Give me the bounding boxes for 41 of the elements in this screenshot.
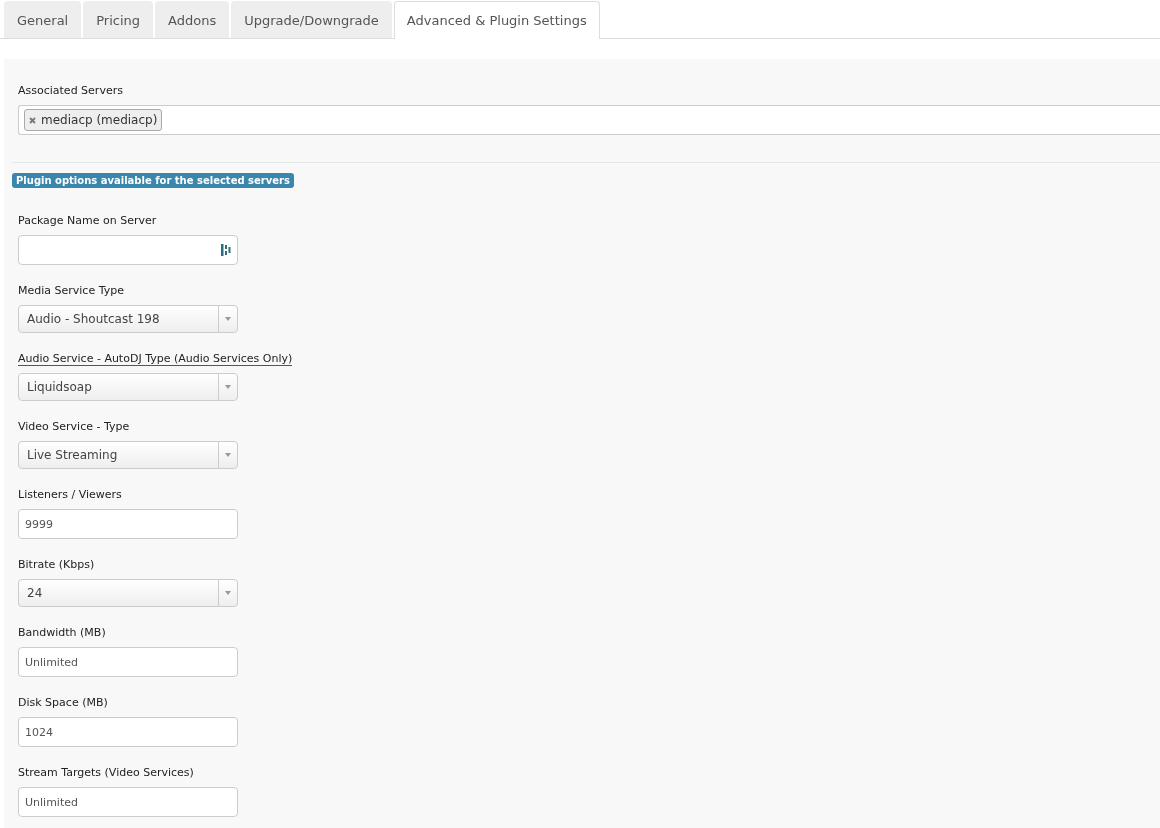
input-field[interactable] [18,235,238,265]
tag-label: mediacp (mediacp) [41,113,158,127]
field-label: Video Service - Type [18,420,130,434]
caret-icon [225,385,231,389]
tab[interactable]: Advanced & Plugin Settings [393,1,600,39]
field-value: 9999 [25,517,53,531]
input-field[interactable]: Unlimited [18,647,238,677]
select-value: Liquidsoap [26,380,93,394]
tab[interactable]: Pricing [83,1,154,38]
caret-icon [225,591,231,595]
tab[interactable]: Upgrade/Downgrade [231,1,392,38]
field-label: Bitrate (Kbps) [18,558,95,572]
caret-icon [225,453,231,457]
select-field[interactable]: 24 [18,579,238,607]
field-value: 1024 [25,725,53,739]
field-label: Package Name on Server [18,214,157,228]
field-value: Unlimited [25,795,78,809]
remove-icon[interactable] [29,116,36,124]
field-value: Unlimited [25,655,78,669]
servers-field[interactable]: mediacp (mediacp) [18,105,1160,135]
tab[interactable]: Addons [155,1,230,38]
field-label: Associated Servers [18,84,123,98]
field-label: Stream Targets (Video Services) [18,766,194,780]
input-field[interactable]: 9999 [18,509,238,539]
select-field[interactable]: Audio - Shoutcast 198 [18,305,238,333]
field-label: Listeners / Viewers [18,488,122,502]
input-field[interactable]: 1024 [18,717,238,747]
select-field[interactable]: Live Streaming [18,441,238,469]
plugin-notice: Plugin options available for the selected servers [12,173,294,188]
select-value: Audio - Shoutcast 198 [26,312,161,326]
field-label: Bandwidth (MB) [18,626,106,640]
field-label: Media Service Type [18,284,124,298]
select-value: 24 [26,586,44,600]
input-field[interactable]: Unlimited [18,787,238,817]
server-tag[interactable]: mediacp (mediacp) [24,109,163,131]
caret-icon [225,317,231,321]
field-label: Audio Service - AutoDJ Type (Audio Services Only) [18,352,293,366]
select-field[interactable]: Liquidsoap [18,373,238,401]
field-label: Disk Space (MB) [18,696,108,710]
select-value: Live Streaming [26,448,119,462]
tab[interactable]: General [4,1,82,38]
